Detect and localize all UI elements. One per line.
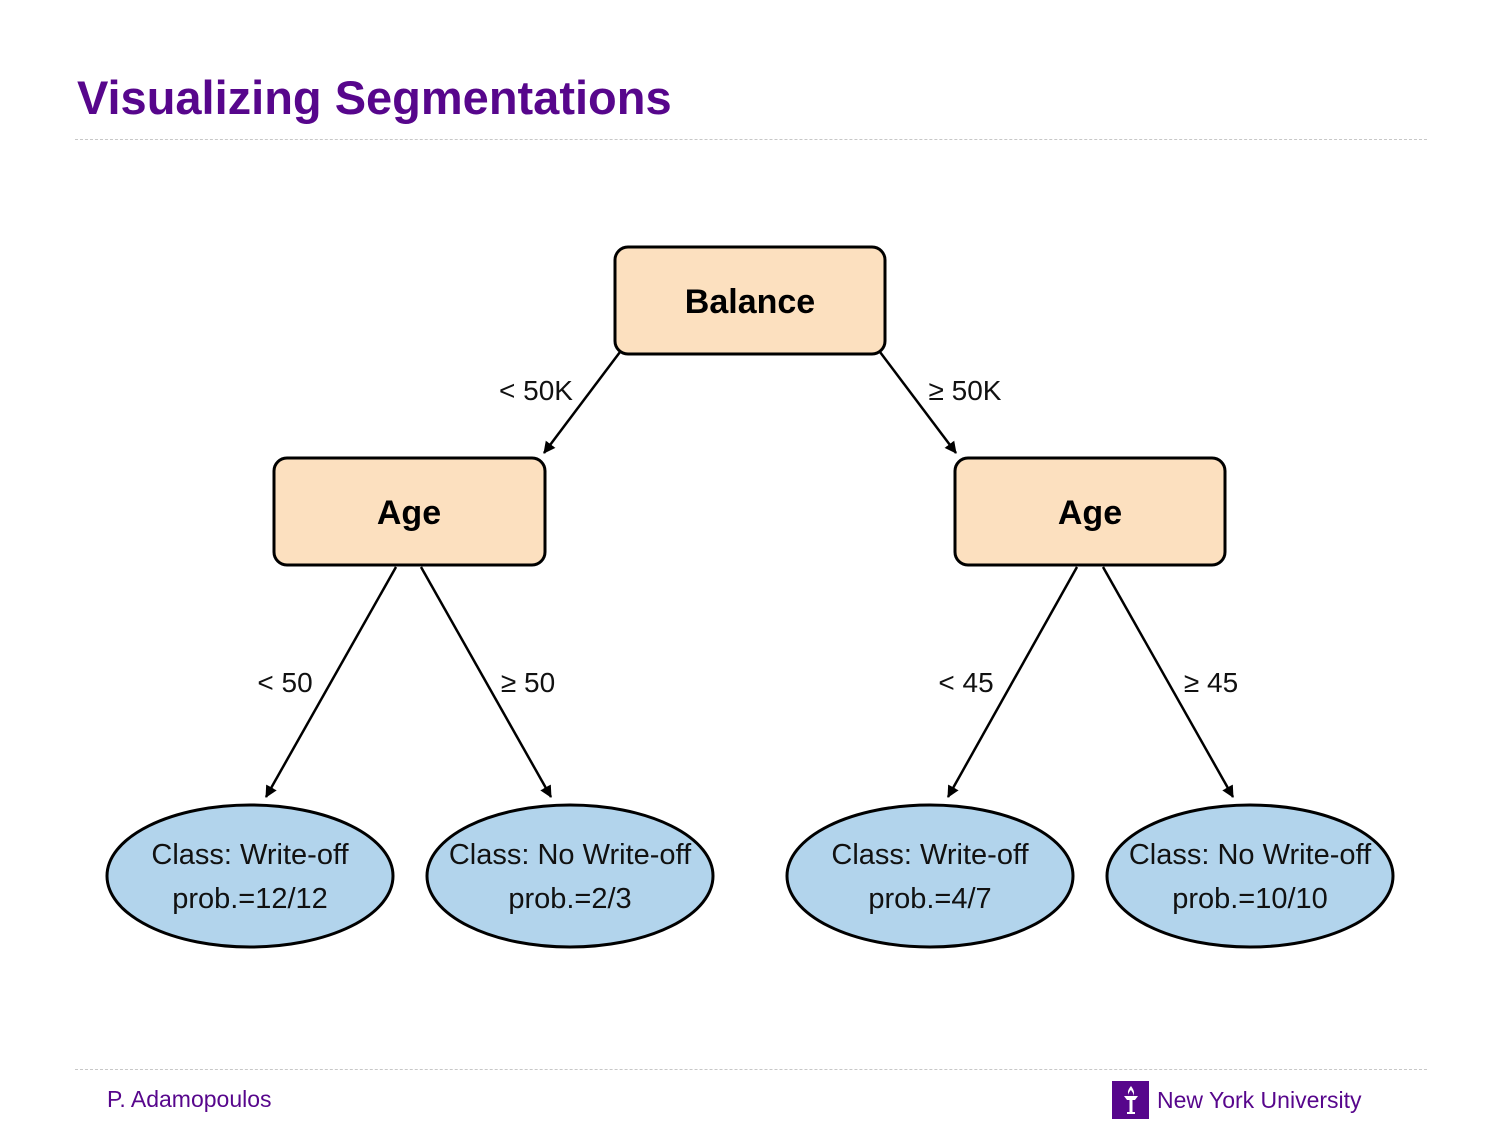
leaf-node-2-class: Class: No Write-off: [449, 839, 692, 871]
footer-brand: New York University: [1112, 1081, 1362, 1119]
leaf-node-2-prob: prob.=2/3: [508, 883, 631, 915]
footer-author: P. Adamopoulos: [107, 1086, 272, 1112]
decision-node-root-label: Balance: [685, 283, 815, 321]
decision-tree-diagram: < 50K ≥ 50K < 50 ≥ 50 < 45 ≥ 45 Balance …: [105, 245, 1395, 949]
leaf-node-3-class: Class: Write-off: [831, 839, 1029, 871]
decision-node-right: Age: [953, 456, 1227, 567]
edge-label-right-leaf3: < 45: [938, 667, 993, 698]
decision-node-root: Balance: [613, 245, 887, 356]
edge-label-root-left: < 50K: [499, 375, 573, 406]
edge-label-right-leaf4: ≥ 45: [1184, 667, 1238, 698]
leaf-node-4: Class: No Write-off prob.=10/10: [1105, 803, 1395, 949]
edges: [264, 351, 1235, 798]
leaf-node-2: Class: No Write-off prob.=2/3: [425, 803, 715, 949]
edge-label-left-leaf1: < 50: [257, 667, 312, 698]
leaf-node-4-prob: prob.=10/10: [1172, 883, 1328, 915]
leaf-node-1: Class: Write-off prob.=12/12: [105, 803, 395, 949]
leaf-node-1-class: Class: Write-off: [151, 839, 349, 871]
leaf-node-3: Class: Write-off prob.=4/7: [785, 803, 1075, 949]
leaf-node-3-prob: prob.=4/7: [868, 883, 991, 915]
torch-icon: [1112, 1081, 1149, 1119]
leaf-node-1-prob: prob.=12/12: [172, 883, 328, 915]
edge-label-left-leaf2: ≥ 50: [501, 667, 555, 698]
footer-divider: [75, 1069, 1427, 1070]
leaf-node-4-class: Class: No Write-off: [1129, 839, 1372, 871]
decision-node-right-label: Age: [1058, 494, 1122, 532]
edge-label-root-right: ≥ 50K: [929, 375, 1002, 406]
institution-name: New York University: [1157, 1086, 1362, 1113]
decision-node-left-label: Age: [377, 494, 441, 532]
decision-node-left: Age: [272, 456, 547, 567]
